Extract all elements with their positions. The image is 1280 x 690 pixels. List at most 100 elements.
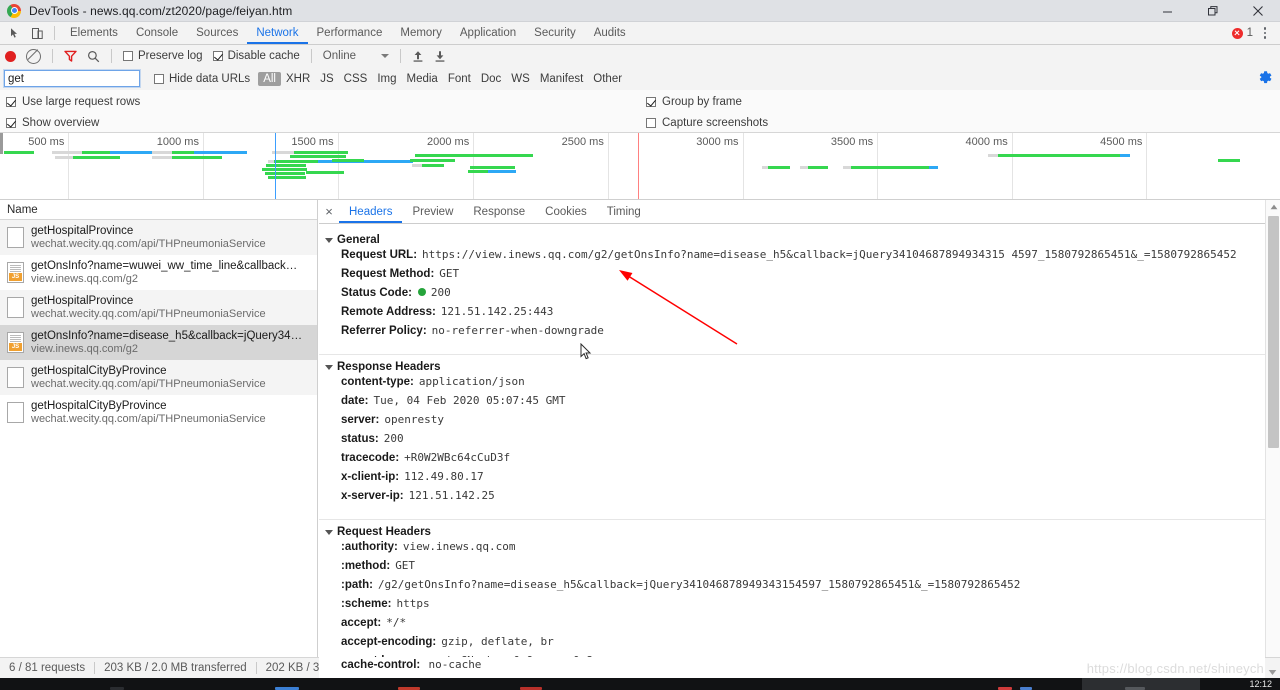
type-filter-other[interactable]: Other [588, 72, 627, 86]
export-har-button[interactable] [429, 45, 451, 67]
divider [111, 49, 112, 63]
error-count-badge[interactable]: 1 [1231, 27, 1253, 39]
show-overview-label: Show overview [22, 116, 100, 129]
search-button[interactable] [82, 45, 105, 67]
devtools-settings-button[interactable] [1258, 70, 1273, 90]
js-file-icon [7, 331, 24, 353]
network-overview-timeline[interactable]: 500 ms 1000 ms 1500 ms 2000 ms 2500 ms 3000 m… [0, 133, 1280, 200]
type-filter-img[interactable]: Img [372, 72, 401, 86]
request-row[interactable]: getHospitalCityByProvince wechat.wecity.q… [0, 360, 317, 395]
scroll-up-icon[interactable] [1266, 200, 1280, 214]
detail-tab-headers[interactable]: Headers [339, 200, 402, 223]
overview-band-segment [470, 166, 515, 169]
detail-tab-timing[interactable]: Timing [597, 200, 651, 223]
overview-band-segment [412, 164, 422, 167]
request-row[interactable]: getOnsInfo?name=disease_h5&callback=jQue… [0, 325, 317, 360]
type-filter-manifest[interactable]: Manifest [535, 72, 588, 86]
inspect-element-icon[interactable] [4, 24, 26, 43]
filter-input[interactable] [3, 69, 141, 88]
resource-type-filters: All XHR JS CSS Img Media Font Doc WS Man… [258, 71, 627, 86]
type-filter-js[interactable]: JS [315, 72, 338, 86]
request-headers-section-header[interactable]: Request Headers [319, 523, 1280, 540]
import-har-button[interactable] [407, 45, 429, 67]
group-by-frame-checkbox[interactable]: Group by frame [646, 91, 768, 112]
tab-security[interactable]: Security [525, 22, 585, 44]
request-header-rows: :authority: view.inews.qq.com:method: GET:… [319, 540, 1280, 657]
response-headers-section-header[interactable]: Response Headers [319, 358, 1280, 375]
tab-performance[interactable]: Performance [308, 22, 392, 44]
type-filter-ws[interactable]: WS [506, 72, 535, 86]
hide-data-urls-checkbox[interactable]: Hide data URLs [154, 73, 250, 85]
request-row-text: getHospitalProvince wechat.wecity.qq.com/… [31, 295, 266, 320]
request-row-text: getOnsInfo?name=wuwei_ww_time_line&callb… [31, 260, 303, 285]
group-by-frame-label: Group by frame [662, 95, 742, 108]
preserve-log-checkbox[interactable]: Preserve log [118, 45, 208, 67]
overview-band-segment [843, 166, 851, 169]
detail-tab-preview[interactable]: Preview [402, 200, 463, 223]
tab-network[interactable]: Network [247, 22, 307, 44]
record-button[interactable] [0, 45, 21, 67]
type-filter-all[interactable]: All [258, 71, 281, 86]
request-row[interactable]: getOnsInfo?name=wuwei_ww_time_line&callb… [0, 255, 317, 290]
request-header-value: gzip, deflate, br [441, 635, 554, 648]
close-icon[interactable] [1235, 0, 1280, 22]
tab-elements[interactable]: Elements [61, 22, 127, 44]
tab-console[interactable]: Console [127, 22, 187, 44]
overview-tick-label: 3000 ms [696, 136, 739, 148]
general-section-header[interactable]: General [319, 231, 1280, 248]
search-icon [88, 50, 100, 62]
checkbox-box [646, 117, 656, 128]
request-list[interactable]: Name getHospitalProvince wechat.wecity.qq… [0, 200, 318, 657]
type-filter-css[interactable]: CSS [339, 72, 373, 86]
request-header-row: :path: /g2/getOnsInfo?name=disease_h5&cal… [319, 578, 1280, 597]
restore-icon[interactable] [1190, 0, 1235, 22]
close-detail-icon[interactable]: × [319, 200, 339, 223]
request-row[interactable]: getHospitalProvince wechat.wecity.qq.com/… [0, 220, 317, 255]
throttling-dropdown-arrow[interactable] [361, 45, 394, 67]
show-overview-checkbox[interactable]: Show overview [6, 112, 140, 133]
response-header-row: status: 200 [319, 432, 1280, 451]
response-header-value: 121.51.142.25 [408, 489, 495, 502]
device-toolbar-icon[interactable] [26, 24, 48, 43]
tab-application[interactable]: Application [451, 22, 525, 44]
general-key: Request URL: [341, 249, 418, 261]
network-settings-pane: Use large request rows Show overview Gro… [0, 90, 1280, 133]
overview-band-segment [82, 151, 110, 154]
detail-scrollbar[interactable] [1265, 200, 1280, 657]
minimize-icon[interactable] [1145, 0, 1190, 22]
detail-tab-response[interactable]: Response [463, 200, 535, 223]
tab-sources[interactable]: Sources [187, 22, 247, 44]
panel-tabs-right: 1 [1231, 27, 1280, 39]
hide-data-urls-label: Hide data URLs [169, 72, 251, 85]
request-header-row: :authority: view.inews.qq.com [319, 540, 1280, 559]
tab-memory[interactable]: Memory [391, 22, 451, 44]
tab-audits[interactable]: Audits [585, 22, 635, 44]
use-large-request-rows-checkbox[interactable]: Use large request rows [6, 91, 140, 112]
general-key: Status Code: [341, 287, 412, 299]
type-filter-font[interactable]: Font [443, 72, 476, 86]
response-header-value: application/json [418, 375, 525, 388]
type-filter-media[interactable]: Media [402, 72, 443, 86]
capture-screenshots-checkbox[interactable]: Capture screenshots [646, 112, 768, 133]
overview-left-handle[interactable] [0, 133, 3, 154]
request-domain: view.inews.qq.com/g2 [31, 272, 138, 285]
response-header-row: x-client-ip: 112.49.80.17 [319, 470, 1280, 489]
more-options-icon[interactable] [1256, 27, 1274, 39]
overview-band-segment [422, 164, 444, 167]
filter-toggle-button[interactable] [59, 45, 82, 67]
type-filter-xhr[interactable]: XHR [281, 72, 315, 86]
scrollbar-thumb[interactable] [1268, 216, 1279, 448]
request-header-value: GET [395, 559, 416, 572]
detail-tab-cookies[interactable]: Cookies [535, 200, 597, 223]
type-filter-doc[interactable]: Doc [476, 72, 506, 86]
request-row[interactable]: getHospitalProvince wechat.wecity.qq.com/… [0, 290, 317, 325]
disable-cache-checkbox[interactable]: Disable cache [208, 45, 305, 67]
throttling-label: Online [322, 50, 357, 62]
request-row[interactable]: getHospitalCityByProvince wechat.wecity.q… [0, 395, 317, 430]
request-list-header: Name [0, 200, 317, 220]
throttling-select[interactable]: Online [318, 45, 361, 67]
clear-button[interactable] [21, 45, 46, 67]
overview-band-segment [172, 156, 222, 159]
taskbar-clock: 12:12 [1249, 679, 1272, 689]
request-domain: wechat.wecity.qq.com/api/THPneumoniaServ… [31, 412, 266, 425]
